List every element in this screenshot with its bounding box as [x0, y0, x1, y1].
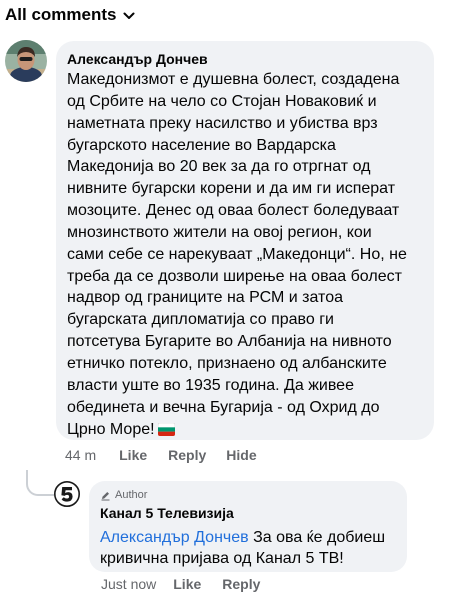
author-badge-label: Author	[115, 489, 148, 501]
reply-timestamp[interactable]: Just now	[101, 576, 156, 592]
hide-button[interactable]: Hide	[226, 447, 256, 463]
comment-line: потсетува Бугарите во Албанија на нивнот…	[67, 333, 392, 351]
comment-line: бугарската дипломатија со право ги	[67, 311, 334, 329]
reply-author-name[interactable]: Канал 5 Телевизија	[100, 504, 397, 522]
reply-text-line: За ова ќе добиеш	[248, 529, 386, 546]
reply-text: Александър Дончев За ова ќе добиеш кривич…	[100, 527, 397, 569]
reply-like-button[interactable]: Like	[173, 576, 201, 592]
reply-text-line: кривична пријава од Канал 5 ТВ!	[100, 550, 344, 567]
comment-line: Македонизмот е душевна болест, создадена	[67, 71, 400, 88]
comment-line: бугарското население во Вардарска	[67, 136, 336, 154]
reply-bubble: Author Канал 5 Телевизија Александър Дон…	[89, 481, 407, 572]
pen-icon	[100, 490, 111, 501]
comment-line: надвор од границите на РСМ и затоа	[67, 289, 343, 307]
comment-line: нивните бугарски корени и да им ги испер…	[67, 180, 396, 198]
comment-line: Црно Море!	[67, 420, 155, 438]
all-comments-filter[interactable]: All comments	[5, 5, 135, 25]
bulgarian-flag-icon	[157, 421, 175, 443]
mention-link[interactable]: Александър Дончев	[100, 529, 249, 546]
comment-bubble: Александър Дончев Македонизмот е душевна…	[56, 41, 434, 440]
reply-actions: Just now Like Reply	[101, 576, 260, 592]
comment-line: сами себе се нарекуваат „Македонци“. Но,…	[67, 245, 407, 263]
reply-thread-connector	[26, 470, 54, 496]
comment-line: мнозинството жители на овој регион, кои	[67, 223, 372, 241]
comments-panel: All comments Александър Дончев Македониз…	[0, 0, 450, 598]
reply-button[interactable]: Reply	[168, 447, 206, 463]
comment-line: Македонија во 20 век за да го отргнат од	[67, 158, 371, 176]
kanal5-avatar[interactable]	[54, 481, 80, 507]
comment-author-name[interactable]: Александър Дончев	[67, 50, 422, 68]
comment-line: мозоците. Денес од оваа болест боледуваа…	[67, 202, 400, 220]
comment-line: од Србите на чело со Стојан Новаковиќ и	[67, 92, 377, 110]
comment-line: власти уште во 1935 година. Да живее	[67, 376, 354, 394]
comment-text: Македонизмот е душевна болест, создадена…	[67, 69, 422, 442]
author-badge: Author	[100, 488, 397, 502]
reply-reply-button[interactable]: Reply	[222, 576, 260, 592]
comment-line: наметната преку насилство и убиства врз	[67, 114, 378, 132]
commenter-avatar[interactable]	[5, 40, 47, 82]
filter-label: All comments	[5, 5, 117, 24]
comment-line: етничко потекло, признаено од албанските	[67, 354, 387, 372]
comment-line: треба да се дозволи ширење на оваа болес…	[67, 267, 402, 285]
comment-actions: 44 m Like Reply Hide	[65, 447, 257, 463]
comment-line: обединета и вечна Бугарија - од Охрид до	[67, 398, 380, 416]
comment-timestamp[interactable]: 44 m	[65, 447, 96, 463]
chevron-down-icon	[123, 12, 135, 20]
like-button[interactable]: Like	[119, 447, 147, 463]
